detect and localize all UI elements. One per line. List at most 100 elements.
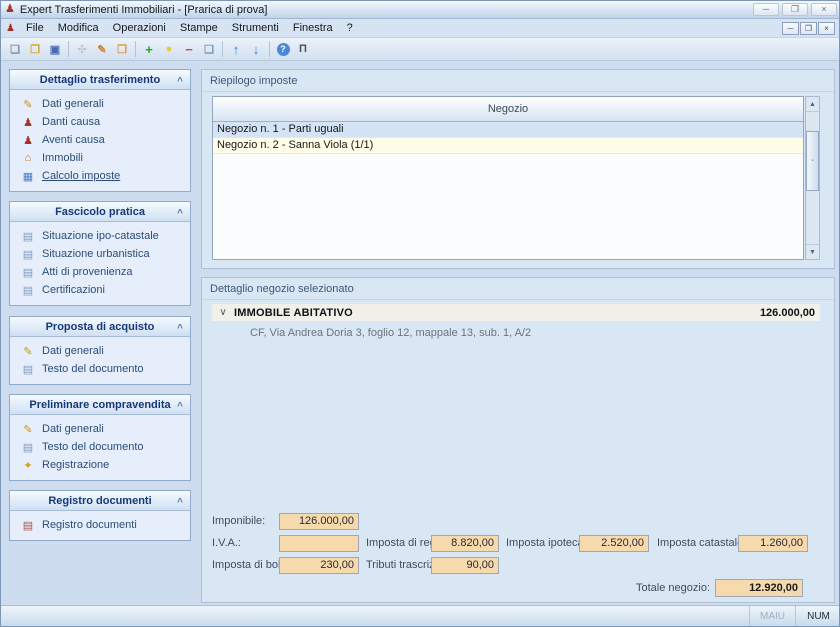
app-icon: ♟ <box>5 4 15 15</box>
menu-file[interactable]: File <box>19 20 51 37</box>
collapse-chevron-icon[interactable]: ^ <box>177 204 183 224</box>
sidebar-item-registro-documenti[interactable]: ▤ Registro documenti <box>10 516 190 534</box>
move-up-icon[interactable]: ↑ <box>226 40 246 59</box>
collapse-chevron-icon[interactable]: ^ <box>177 397 183 417</box>
print-icon: ✣ <box>72 40 92 59</box>
sidebar-item-label: Testo del documento <box>42 441 144 453</box>
expander-title: IMMOBILE ABITATIVO <box>234 307 760 319</box>
imposta-catastale-label: Imposta catastale: <box>657 535 746 552</box>
column-header-negozio[interactable]: Negozio <box>213 97 803 122</box>
delete-icon[interactable]: − <box>179 40 199 59</box>
restore-button[interactable]: ❐ <box>782 3 808 16</box>
sidebar-item-preliminare-testo-documento[interactable]: ▤ Testo del documento <box>10 438 190 456</box>
scroll-up-icon[interactable]: ▲ <box>806 97 819 112</box>
document-icon: ▤ <box>21 441 35 454</box>
sidebar-item-aventi-causa[interactable]: ♟ Aventi causa <box>10 131 190 149</box>
imposta-registro-field[interactable]: 8.820,00 <box>431 535 499 552</box>
totale-negozio-label: Totale negozio: <box>602 580 710 597</box>
sidebar-item-proposta-dati-generali[interactable]: ✎ Dati generali <box>10 342 190 360</box>
copy-document-icon[interactable]: ❏ <box>199 40 219 59</box>
sidebar-item-dati-generali[interactable]: ✎ Dati generali <box>10 95 190 113</box>
sidebar-item-immobili[interactable]: ⌂ Immobili <box>10 149 190 167</box>
collapse-chevron-icon[interactable]: ^ <box>177 319 183 339</box>
toolbar: ❏ ❐ ▣ ✣ ✎ ❐ + ● − ❏ ↑ ↓ ? Π <box>1 38 840 61</box>
mdi-restore-button[interactable]: ❐ <box>800 22 817 35</box>
document-icon: ▤ <box>21 230 35 243</box>
sidebar-item-label: Situazione ipo-catastale <box>42 230 159 242</box>
help-glyph: ? <box>277 43 290 56</box>
menu-strumenti[interactable]: Strumenti <box>225 20 286 37</box>
sidebar-item-calcolo-imposte[interactable]: ▦ Calcolo imposte <box>10 167 190 185</box>
panel-header-dettaglio-trasferimento[interactable]: Dettaglio trasferimento ^ <box>10 70 190 90</box>
mdi-close-button[interactable]: × <box>818 22 835 35</box>
list-item-negozio-2[interactable]: Negozio n. 2 - Sanna Viola (1/1) <box>213 138 803 154</box>
panel-proposta-di-acquisto: Proposta di acquisto ^ ✎ Dati generali ▤… <box>9 316 191 385</box>
sidebar-item-preliminare-dati-generali[interactable]: ✎ Dati generali <box>10 420 190 438</box>
help-icon[interactable]: ? <box>273 40 293 59</box>
panel-header-proposta-di-acquisto[interactable]: Proposta di acquisto ^ <box>10 317 190 337</box>
sidebar-item-label: Immobili <box>42 152 83 164</box>
panel-header-fascicolo-pratica[interactable]: Fascicolo pratica ^ <box>10 202 190 222</box>
document-icon: ▤ <box>21 248 35 261</box>
save-icon[interactable]: ▣ <box>45 40 65 59</box>
mdi-minimize-button[interactable]: ─ <box>782 22 799 35</box>
close-button[interactable]: × <box>811 3 837 16</box>
sidebar-item-label: Atti di provenienza <box>42 266 133 278</box>
add-icon[interactable]: + <box>139 40 159 59</box>
panel-dettaglio-trasferimento: Dettaglio trasferimento ^ ✎ Dati general… <box>9 69 191 192</box>
expander-immobile-abitativo[interactable]: ∨ IMMOBILE ABITATIVO 126.000,00 <box>212 304 820 321</box>
scrollbar-thumb[interactable]: ▪ <box>806 131 819 191</box>
minimize-button[interactable]: ─ <box>753 3 779 16</box>
panel-header-registro-documenti[interactable]: Registro documenti ^ <box>10 491 190 511</box>
panel-header-preliminare-compravendita[interactable]: Preliminare compravendita ^ <box>10 395 190 415</box>
iva-field[interactable] <box>279 535 359 552</box>
menu-operazioni[interactable]: Operazioni <box>106 20 173 37</box>
menu-finestra[interactable]: Finestra <box>286 20 340 37</box>
negozio-list: Negozio Negozio n. 1 - Parti uguali Nego… <box>212 96 804 260</box>
edit-document-icon[interactable]: ✎ <box>92 40 112 59</box>
panel-registro-documenti: Registro documenti ^ ▤ Registro document… <box>9 490 191 541</box>
open-folder-icon[interactable]: ❐ <box>25 40 45 59</box>
move-down-icon[interactable]: ↓ <box>246 40 266 59</box>
groupbox-dettaglio-negozio: Dettaglio negozio selezionato ∨ IMMOBILE… <box>201 277 835 603</box>
groupbox-title: Dettaglio negozio selezionato <box>202 278 834 300</box>
person-icon: ♟ <box>21 116 35 129</box>
column-exit-icon[interactable]: Π <box>293 40 313 59</box>
collapse-chevron-icon[interactable]: ^ <box>177 72 183 92</box>
toolbar-separator <box>222 41 223 57</box>
sidebar-item-proposta-testo-documento[interactable]: ▤ Testo del documento <box>10 360 190 378</box>
panel-fascicolo-pratica: Fascicolo pratica ^ ▤ Situazione ipo-cat… <box>9 201 191 306</box>
sidebar-item-certificazioni[interactable]: ▤ Certificazioni <box>10 281 190 299</box>
imposta-ipotecaria-field[interactable]: 2.520,00 <box>579 535 649 552</box>
new-document-icon[interactable]: ❏ <box>5 40 25 59</box>
totale-negozio-field[interactable]: 12.920,00 <box>715 579 803 597</box>
sidebar-item-registrazione[interactable]: ✦ Registrazione <box>10 456 190 474</box>
imposta-bollo-field[interactable]: 230,00 <box>279 557 359 574</box>
scroll-down-icon[interactable]: ▼ <box>806 244 819 259</box>
document-icon: ▤ <box>21 284 35 297</box>
tributi-trascrizione-field[interactable]: 90,00 <box>431 557 499 574</box>
sidebar-item-situazione-ipo-catastale[interactable]: ▤ Situazione ipo-catastale <box>10 227 190 245</box>
menu-stampe[interactable]: Stampe <box>173 20 225 37</box>
sidebar-item-situazione-urbanistica[interactable]: ▤ Situazione urbanistica <box>10 245 190 263</box>
menu-help[interactable]: ? <box>340 20 360 37</box>
panel-title: Proposta di acquisto <box>46 321 155 333</box>
sidebar-item-danti-causa[interactable]: ♟ Danti causa <box>10 113 190 131</box>
sidebar-item-label: Certificazioni <box>42 284 105 296</box>
menu-modifica[interactable]: Modifica <box>51 20 106 37</box>
sidebar-item-label: Calcolo imposte <box>42 170 120 182</box>
list-item-negozio-1[interactable]: Negozio n. 1 - Parti uguali <box>213 122 803 138</box>
imponibile-field[interactable]: 126.000,00 <box>279 513 359 530</box>
vertical-scrollbar[interactable]: ▲ ▪ ▼ <box>805 96 820 260</box>
paste-folder-icon[interactable]: ❐ <box>112 40 132 59</box>
pen-icon: ✎ <box>21 98 35 111</box>
application-window: ♟ Expert Trasferimenti Immobiliari - [Pr… <box>0 0 840 627</box>
imposta-catastale-field[interactable]: 1.260,00 <box>738 535 808 552</box>
sidebar-item-label: Dati generali <box>42 345 104 357</box>
panel-title: Fascicolo pratica <box>55 206 145 218</box>
modify-icon[interactable]: ● <box>159 40 179 59</box>
sidebar-item-atti-di-provenienza[interactable]: ▤ Atti di provenienza <box>10 263 190 281</box>
chevron-down-icon[interactable]: ∨ <box>212 307 234 318</box>
collapse-chevron-icon[interactable]: ^ <box>177 493 183 513</box>
toolbar-separator <box>269 41 270 57</box>
